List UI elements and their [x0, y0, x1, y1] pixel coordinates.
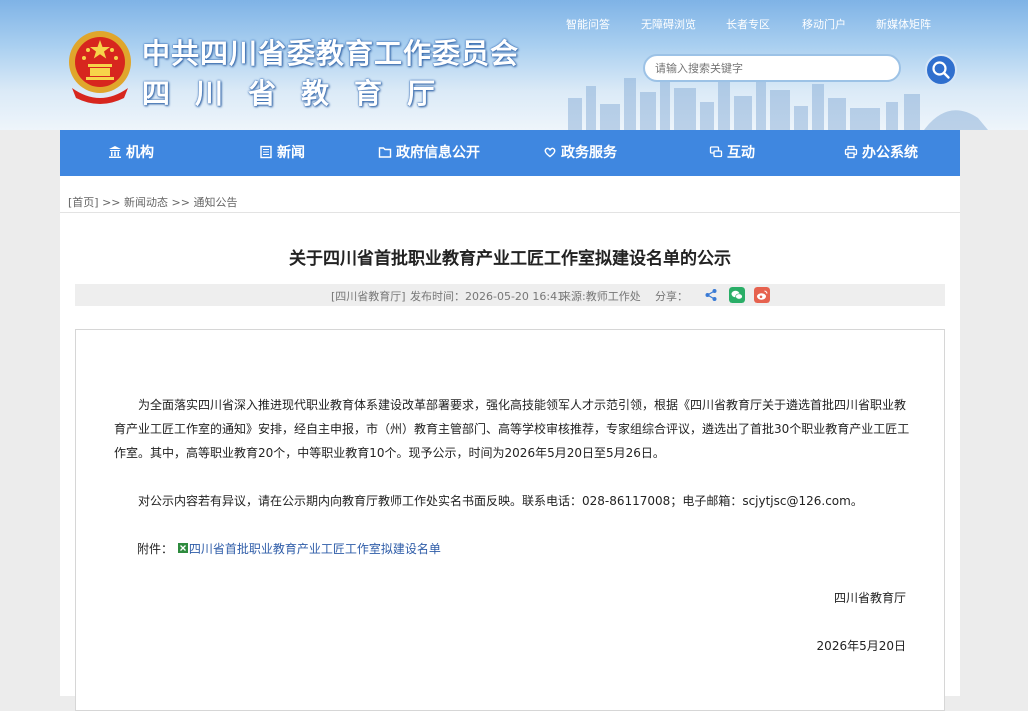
search-box — [643, 54, 901, 82]
chat-icon — [709, 146, 723, 158]
article-body: 为全面落实四川省深入推进现代职业教育体系建设改革部署要求，强化高技能领军人才示范… — [75, 329, 945, 711]
article-publish-time: 发布时间：2026-05-20 16:41 — [410, 290, 565, 303]
weibo-icon[interactable] — [754, 287, 770, 303]
nav-item-gov-info[interactable]: 政府信息公开 — [378, 130, 480, 176]
printer-icon — [844, 145, 858, 159]
divider — [60, 212, 960, 213]
article-title: 关于四川省首批职业教育产业工匠工作室拟建设名单的公示 — [289, 249, 731, 269]
breadcrumb: [首页] >> 新闻动态 >> 通知公告 — [68, 194, 237, 210]
article-meta-bar: [四川省教育厅] 发布时间：2026-05-20 16:41 来源:教师工作处 … — [75, 284, 945, 306]
folder-icon — [378, 147, 392, 158]
nav-item-office[interactable]: 办公系统 — [844, 130, 918, 176]
breadcrumb-notices[interactable]: 通知公告 — [193, 196, 237, 209]
top-link-mobile[interactable]: 移动门户 — [802, 16, 846, 32]
search-button[interactable] — [925, 54, 957, 86]
search-input[interactable] — [655, 62, 885, 75]
article-origin: 来源:教师工作处 — [560, 290, 641, 303]
article-paragraph-2: 对公示内容若有异议，请在公示期内向教育厅教师工作处实名书面反映。联系电话：028… — [138, 494, 863, 508]
wechat-icon[interactable] — [729, 287, 745, 303]
attachment-link[interactable]: 四川省首批职业教育产业工匠工作室拟建设名单 — [189, 542, 441, 556]
article-paragraph-1: 为全面落实四川省深入推进现代职业教育体系建设改革部署要求，强化高技能领军人才示范… — [114, 398, 910, 460]
top-link-qa[interactable]: 智能问答 — [566, 16, 610, 32]
share-label: 分享： — [655, 290, 688, 303]
site-header: 中共四川省委教育工作委员会 四川省教育厅 智能问答 无障碍浏览 长者专区 移动门… — [0, 0, 1028, 130]
breadcrumb-news[interactable]: 新闻动态 — [124, 196, 168, 209]
search-icon — [932, 61, 950, 79]
article-signature: 四川省教育厅 — [833, 591, 906, 605]
national-emblem-icon — [69, 31, 131, 104]
attachment-row: 附件： 四川省首批职业教育产业工匠工作室拟建设名单 — [137, 540, 441, 557]
top-link-accessibility[interactable]: 无障碍浏览 — [641, 16, 696, 32]
top-link-new-media[interactable]: 新媒体矩阵 — [876, 16, 931, 32]
nav-item-institution[interactable]: 机构 — [108, 130, 154, 176]
breadcrumb-home[interactable]: [首页] — [68, 196, 99, 209]
main-content: [首页] >> 新闻动态 >> 通知公告 关于四川省首批职业教育产业工匠工作室拟… — [60, 176, 960, 711]
article-date: 2026年5月20日 — [816, 639, 906, 653]
attachment-label: 附件： — [137, 542, 174, 556]
breadcrumb-separator: >> — [171, 196, 190, 209]
main-nav: 机构 新闻 政府信息公开 政务服务 互动 办公系统 — [60, 130, 960, 176]
site-title-party: 中共四川省委教育工作委员会 — [142, 37, 520, 70]
excel-file-icon — [177, 543, 188, 553]
breadcrumb-separator: >> — [102, 196, 121, 209]
top-link-elderly[interactable]: 长者专区 — [726, 16, 770, 32]
building-icon — [109, 146, 121, 158]
heart-hand-icon — [544, 147, 556, 158]
newspaper-icon — [260, 145, 272, 159]
article-source-tag: [四川省教育厅] — [331, 290, 406, 303]
share-icon[interactable] — [703, 287, 719, 303]
site-title-dept: 四川省教育厅 — [142, 77, 461, 110]
nav-item-interaction[interactable]: 互动 — [709, 130, 755, 176]
nav-item-news[interactable]: 新闻 — [259, 130, 305, 176]
nav-item-services[interactable]: 政务服务 — [543, 130, 617, 176]
